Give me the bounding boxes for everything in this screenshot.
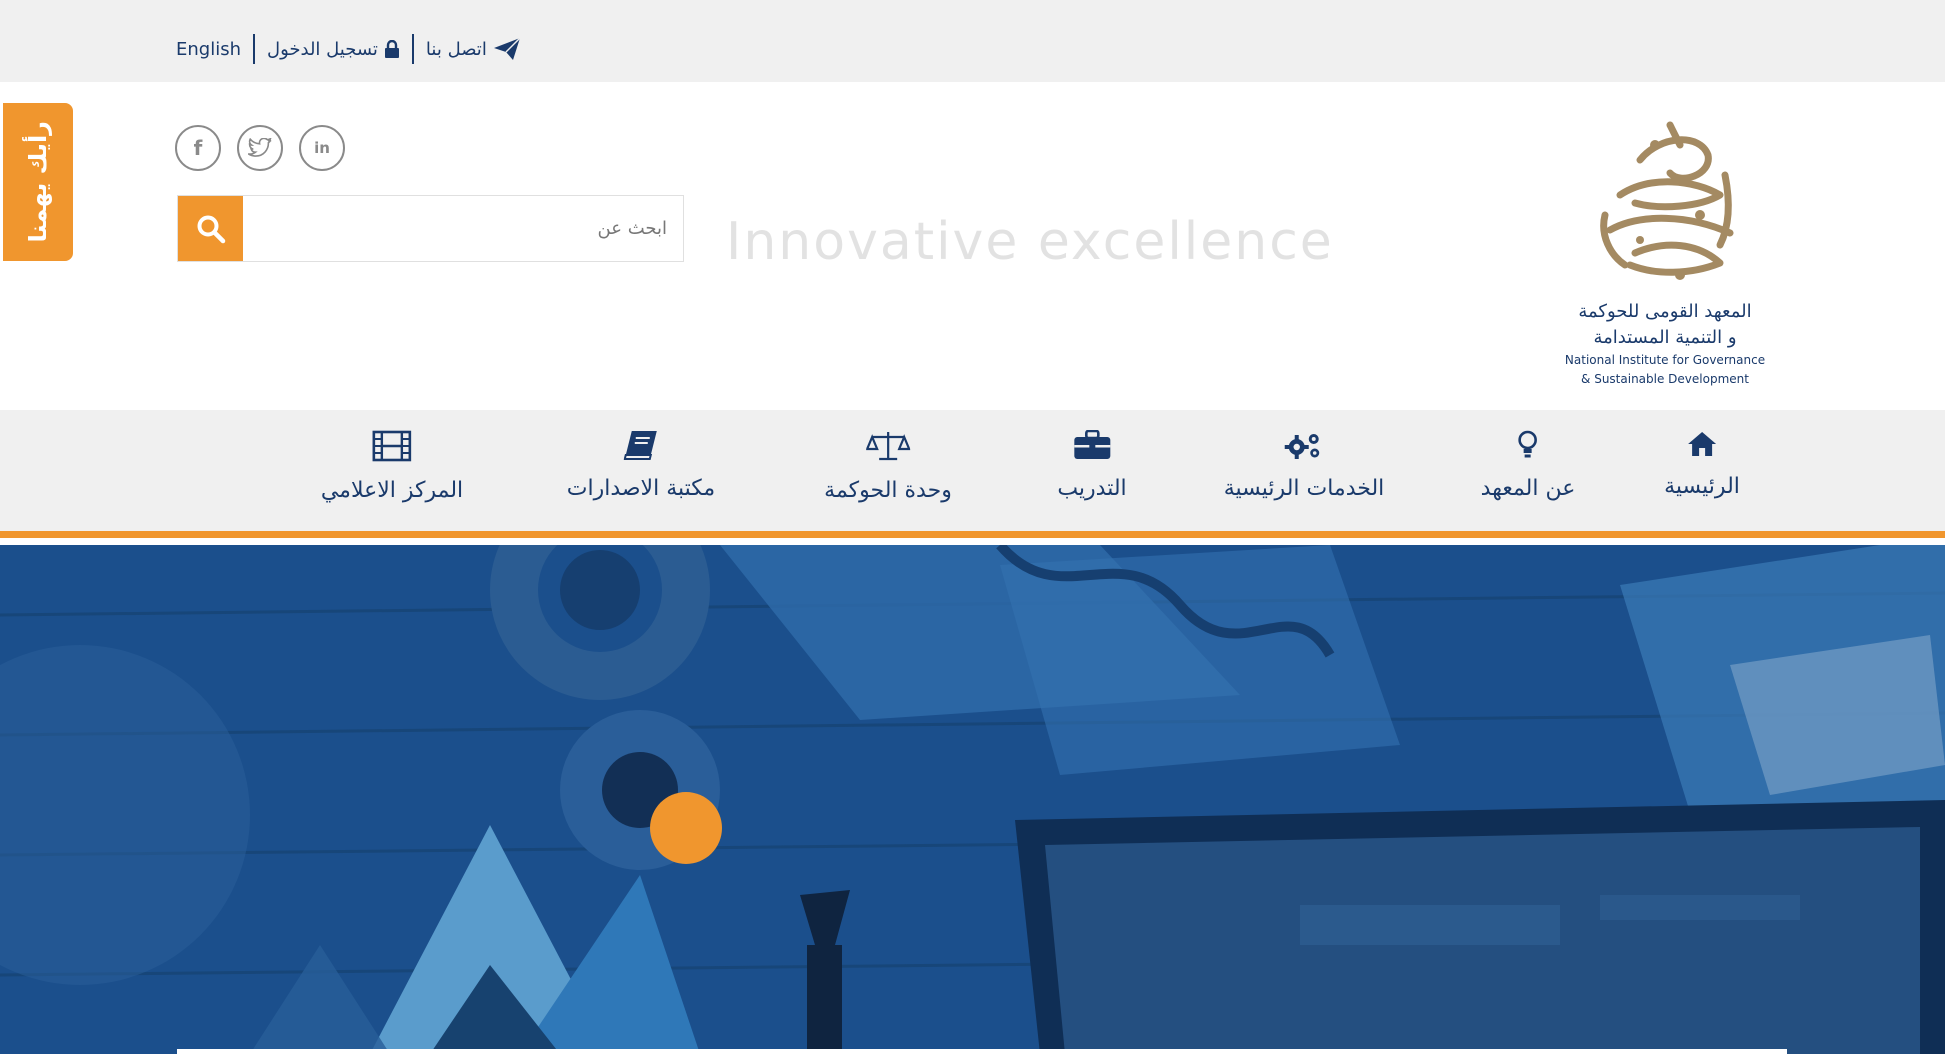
- social-links: f in: [175, 125, 345, 171]
- nav-label: الخدمات الرئيسية: [1223, 476, 1385, 501]
- logo-arabic-line-2: و التنمية المستدامة: [1593, 327, 1737, 348]
- nav-item-services[interactable]: الخدمات الرئيسية: [1223, 430, 1385, 501]
- paper-plane-icon: [493, 37, 521, 60]
- logo-arabic-line-1: المعهد القومى للحوكمة: [1578, 301, 1752, 322]
- contact-label: اتصل بنا: [425, 38, 487, 60]
- main-navigation: الرئيسية عن المعهد الخدمات الرئيسية التد…: [0, 410, 1945, 538]
- nav-item-governance-unit[interactable]: وحدة الحوكمة: [824, 430, 952, 503]
- nav-label: التدريب: [1057, 476, 1127, 501]
- book-icon: [623, 431, 657, 460]
- top-utility-bar: English تسجيل الدخول اتصل بنا: [0, 0, 1945, 82]
- briefcase-icon: [1073, 430, 1110, 459]
- nav-label: عن المعهد: [1480, 476, 1576, 501]
- logo-english-line-1: National Institute for Governance: [1564, 353, 1766, 367]
- institute-logo[interactable]: المعهد القومى للحوكمة و التنمية المستدام…: [1540, 115, 1790, 389]
- hero-background-image: [0, 545, 1945, 1054]
- calligraphy-logo-mark: [1600, 121, 1734, 280]
- nav-label: مكتبة الاصدارات: [566, 476, 716, 501]
- nav-label: الرئيسية: [1664, 474, 1740, 499]
- feedback-tab[interactable]: رأيك يهمنا: [3, 103, 73, 261]
- linkedin-icon[interactable]: in: [299, 125, 345, 171]
- nav-item-training[interactable]: التدريب: [1057, 430, 1127, 501]
- logo-english-line-2: & Sustainable Development: [1581, 372, 1749, 386]
- nav-label: وحدة الحوكمة: [824, 478, 952, 503]
- facebook-icon[interactable]: f: [175, 125, 221, 171]
- login-label: تسجيل الدخول: [267, 38, 378, 60]
- top-links: English تسجيل الدخول اتصل بنا: [176, 34, 521, 64]
- nav-item-media-center[interactable]: المركز الاعلامي: [321, 430, 463, 503]
- cogs-icon: [1285, 434, 1320, 459]
- search-button[interactable]: [178, 196, 243, 261]
- film-icon: [372, 430, 412, 462]
- divider: [253, 34, 255, 64]
- feedback-tab-label: رأيك يهمنا: [24, 121, 52, 243]
- search-icon: [197, 215, 225, 243]
- home-icon: [1688, 432, 1716, 456]
- twitter-icon[interactable]: [237, 125, 283, 171]
- nav-item-home[interactable]: الرئيسية: [1664, 430, 1740, 499]
- search-input[interactable]: [243, 196, 683, 261]
- hero-content-card: [177, 1049, 1787, 1054]
- lightbulb-icon: [1518, 430, 1538, 458]
- nav-item-about[interactable]: عن المعهد: [1480, 430, 1576, 501]
- hero-banner: [0, 545, 1945, 1054]
- search-box: [177, 195, 684, 262]
- contact-link[interactable]: اتصل بنا: [426, 37, 521, 61]
- login-link[interactable]: تسجيل الدخول: [267, 39, 400, 60]
- lock-icon: [384, 40, 399, 58]
- scale-icon: [865, 432, 910, 461]
- nav-item-publications-library[interactable]: مكتبة الاصدارات: [567, 430, 715, 501]
- tagline: Innovative excellence: [726, 212, 1334, 272]
- nav-label: المركز الاعلامي: [320, 478, 464, 503]
- language-switch-link[interactable]: English: [176, 39, 241, 60]
- divider: [411, 34, 414, 64]
